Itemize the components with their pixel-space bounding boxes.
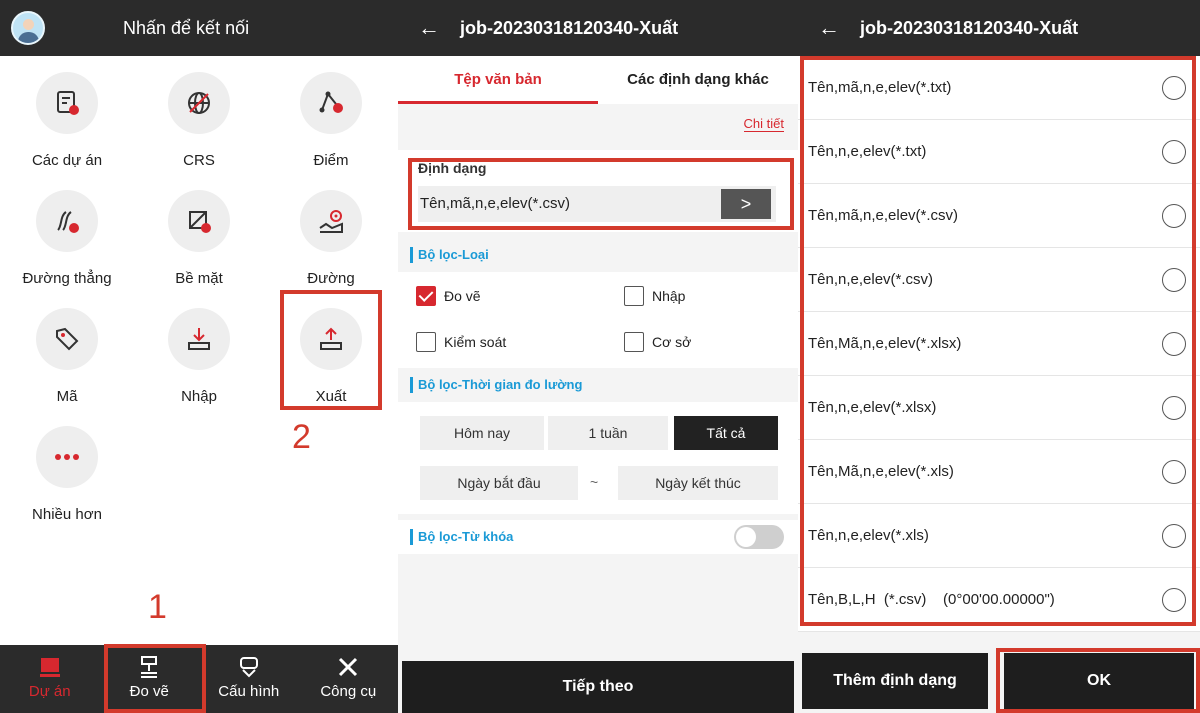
next-button[interactable]: Tiếp theo	[402, 661, 794, 713]
grid-label: Đường thẳng	[22, 270, 112, 287]
grid-item-road[interactable]: Đường	[276, 190, 386, 287]
back-arrow-icon[interactable]: ←	[818, 15, 848, 41]
nav-tools[interactable]: Công cụ	[299, 645, 399, 713]
globe-icon	[168, 72, 230, 134]
checkbox-survey[interactable]: Đo vẽ	[416, 286, 481, 306]
time-all-button[interactable]: Tất cả	[674, 416, 778, 450]
detail-link[interactable]: Chi tiết	[743, 116, 784, 132]
checkbox-icon	[416, 332, 436, 352]
grid-label: Điểm	[313, 152, 349, 169]
time-today-button[interactable]: Hôm nay	[420, 416, 544, 450]
callout-options	[800, 56, 1196, 626]
projects-icon	[36, 72, 98, 134]
grid-label: Nhập	[181, 388, 217, 405]
grid-item-points[interactable]: Điểm	[276, 72, 386, 169]
export-panel: ← job-20230318120340-Xuất Tệp văn bản Cá…	[398, 0, 798, 713]
keyword-toggle[interactable]	[734, 525, 784, 549]
project-nav-icon	[0, 653, 100, 681]
grid-label: CRS	[183, 152, 215, 169]
home-header: Nhấn để kết nối	[0, 0, 398, 56]
grid-item-crs[interactable]: CRS	[144, 72, 254, 169]
format-header: ← job-20230318120340-Xuất	[798, 0, 1200, 56]
config-nav-icon	[199, 653, 299, 681]
grid-label: Nhiều hơn	[32, 506, 102, 523]
avatar[interactable]	[11, 11, 45, 45]
filter-time-header: Bộ lọc-Thời gian đo lường	[398, 368, 798, 402]
back-arrow-icon[interactable]: ←	[418, 15, 448, 41]
grid-label: Bề mặt	[175, 270, 223, 287]
end-date-button[interactable]: Ngày kết thúc	[618, 466, 778, 500]
checkbox-icon	[624, 332, 644, 352]
nav-config[interactable]: Cấu hình	[199, 645, 299, 713]
checkbox-label: Đo vẽ	[444, 288, 481, 304]
add-format-button[interactable]: Thêm định dạng	[802, 653, 988, 709]
checkbox-base[interactable]: Cơ sở	[624, 332, 691, 352]
checkbox-import[interactable]: Nhập	[624, 286, 685, 306]
checkbox-label: Cơ sở	[652, 334, 692, 350]
checkbox-label: Kiểm soát	[444, 334, 507, 350]
callout-export	[280, 290, 382, 410]
import-icon	[168, 308, 230, 370]
grid-item-line[interactable]: Đường thẳng	[12, 190, 122, 287]
export-header: ← job-20230318120340-Xuất	[398, 0, 798, 56]
checkbox-checked-icon	[416, 286, 436, 306]
checkbox-icon	[624, 286, 644, 306]
callout-format	[408, 158, 794, 230]
nav-projects[interactable]: Dự án	[0, 645, 100, 713]
grid-item-import[interactable]: Nhập	[144, 308, 254, 405]
points-icon	[300, 72, 362, 134]
grid-label: Các dự án	[31, 152, 103, 169]
step-number-2: 2	[292, 418, 311, 456]
nav-label: Công cụ	[320, 683, 377, 700]
callout-ok	[996, 648, 1200, 713]
grid-item-code[interactable]: Mã	[12, 308, 122, 405]
filter-type-header: Bộ lọc-Loại	[398, 238, 798, 272]
format-panel: ← job-20230318120340-Xuất Tên,mã,n,e,ele…	[798, 0, 1200, 713]
checkbox-control[interactable]: Kiểm soát	[416, 332, 506, 352]
tools-nav-icon	[299, 653, 399, 681]
start-date-button[interactable]: Ngày bắt đầu	[420, 466, 578, 500]
grid-item-projects[interactable]: Các dự án	[12, 72, 122, 169]
tab-other-formats[interactable]: Các định dạng khác	[598, 56, 798, 104]
tag-icon	[36, 308, 98, 370]
time-week-button[interactable]: 1 tuần	[548, 416, 668, 450]
date-separator: ~	[590, 474, 599, 490]
home-panel: Nhấn để kết nối Các dự án CRS Điểm Đường…	[0, 0, 398, 713]
line-icon	[36, 190, 98, 252]
checkbox-label: Nhập	[652, 288, 686, 304]
export-tabs: Tệp văn bản Các định dạng khác	[398, 56, 798, 104]
nav-label: Dự án	[28, 683, 71, 700]
grid-label: Đường	[307, 270, 355, 287]
step-number-1: 1	[148, 588, 167, 626]
grid-item-surface[interactable]: Bề mặt	[144, 190, 254, 287]
job-title: job-20230318120340-Xuất	[460, 17, 679, 38]
grid-label: Mã	[56, 388, 78, 405]
more-icon	[36, 426, 98, 488]
callout-survey	[104, 644, 206, 713]
surface-icon	[168, 190, 230, 252]
tab-text-file[interactable]: Tệp văn bản	[398, 56, 598, 104]
connect-prompt[interactable]: Nhấn để kết nối	[123, 18, 249, 39]
road-icon	[300, 190, 362, 252]
grid-item-more[interactable]: Nhiều hơn	[12, 426, 122, 523]
nav-label: Cấu hình	[218, 683, 280, 700]
job-title: job-20230318120340-Xuất	[860, 17, 1079, 38]
